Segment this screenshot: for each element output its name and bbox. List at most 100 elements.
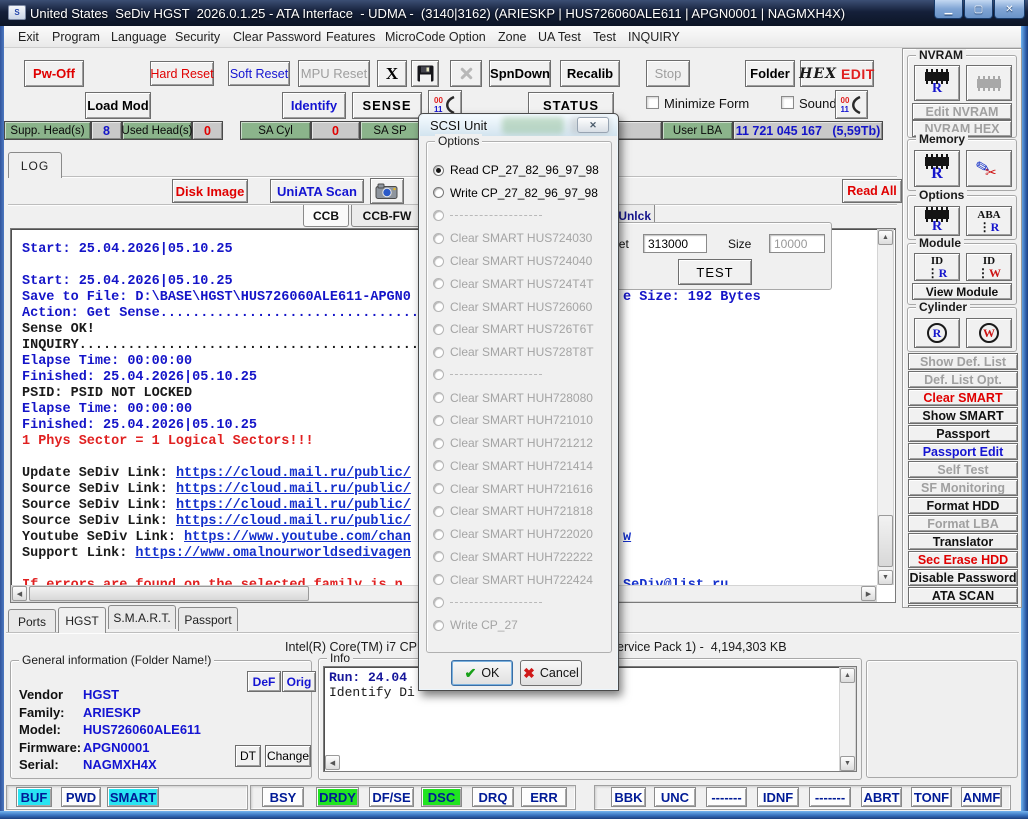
sidebar-button-show-def-list[interactable]: Show Def. List (908, 353, 1018, 370)
view-module-button[interactable]: View Module (912, 283, 1012, 300)
sidebar-button-passport-edit[interactable]: Passport Edit (908, 443, 1018, 460)
menu-item-features[interactable]: Features (326, 30, 375, 44)
options-aba-button[interactable]: ABA ⋮R (966, 206, 1012, 236)
log-vscrollbar[interactable]: ▲ ▼ (877, 229, 894, 585)
sidebar-button-def-list-opt-[interactable]: Def. List Opt. (908, 371, 1018, 388)
radio-icon (433, 528, 444, 540)
sidebar-button-ata-scan[interactable]: ATA SCAN (908, 587, 1018, 604)
minimize-button[interactable]: ▁ (934, 0, 963, 19)
sidebar-button-format-lba[interactable]: Format LBA (908, 515, 1018, 532)
status-flag-abrt: ABRT (861, 787, 902, 807)
phone-dial-icon-2[interactable]: 00 11 (835, 90, 868, 119)
tab-ports[interactable]: Ports (8, 609, 56, 633)
orig-button[interactable]: Orig (282, 671, 316, 692)
change-button[interactable]: Change (265, 745, 311, 767)
scroll-down-icon[interactable]: ▼ (840, 756, 855, 771)
folder-button[interactable]: Folder (745, 60, 795, 87)
menu-item-clear-password[interactable]: Clear Password (233, 30, 321, 44)
sidebar-button-passport[interactable]: Passport (908, 425, 1018, 442)
menu-item-security[interactable]: Security (175, 30, 220, 44)
tab-log[interactable]: LOG (8, 152, 62, 178)
dt-button[interactable]: DT (235, 745, 261, 767)
sidebar-button-sec-erase-hdd[interactable]: Sec Erase HDD (908, 551, 1018, 568)
tab-hgst[interactable]: HGST (58, 607, 106, 633)
sound-checkbox[interactable] (781, 96, 794, 109)
dialog-title-bar[interactable]: SCSI Unit ✕ (420, 115, 617, 136)
sense-button[interactable]: SENSE (352, 92, 422, 119)
menu-item-program[interactable]: Program (52, 30, 100, 44)
size-input[interactable]: 10000 (769, 234, 825, 253)
spndown-button[interactable]: SpnDown (489, 60, 551, 87)
hex-edit-button[interactable]: HEX EDIT (799, 60, 874, 87)
stop-button[interactable]: Stop (646, 60, 690, 87)
options-read-button[interactable]: R (914, 206, 960, 236)
recalib-button[interactable]: Recalib (560, 60, 620, 87)
sidebar-button-translator[interactable]: Translator (908, 533, 1018, 550)
close-x-icon[interactable]: X (377, 60, 407, 87)
menu-item-language[interactable]: Language (111, 30, 167, 44)
cylinder-write-button[interactable]: W (966, 318, 1012, 348)
sidebar-button-format-hdd[interactable]: Format HDD (908, 497, 1018, 514)
memory-read-button[interactable]: R (914, 150, 960, 187)
scroll-up-icon[interactable]: ▲ (878, 230, 893, 245)
edit-nvram-button[interactable]: Edit NVRAM (912, 103, 1012, 120)
menu-item-test[interactable]: Test (593, 30, 616, 44)
maximize-button[interactable]: ▢ (964, 0, 993, 19)
tab-smart[interactable]: S.M.A.R.T. (108, 605, 176, 629)
nvram-write-button[interactable] (966, 65, 1012, 101)
dialog-option-write-cp-27-82-96-97-98[interactable]: Write CP_27_82_96_97_98 (433, 186, 598, 200)
test-button[interactable]: TEST (678, 259, 752, 285)
menu-item-microcode-option[interactable]: MicroCode Option (385, 30, 486, 44)
nvram-read-button[interactable]: R (914, 65, 960, 101)
scroll-left-icon[interactable]: ◀ (12, 586, 27, 601)
menu-item-ua-test[interactable]: UA Test (538, 30, 581, 44)
sidebar-button-show-smart[interactable]: Show SMART (908, 407, 1018, 424)
cancel-button[interactable]: ✖ Cancel (520, 660, 582, 686)
identify-button[interactable]: Identify (282, 92, 346, 119)
sidebar-button-sf-monitoring[interactable]: SF Monitoring (908, 479, 1018, 496)
pw-off-button[interactable]: Pw-Off (24, 60, 84, 87)
log-hscroll-thumb[interactable] (29, 586, 309, 601)
ok-button[interactable]: ✔ OK (451, 660, 513, 686)
options-read-letter: R (931, 218, 943, 234)
def-button[interactable]: DeF (247, 671, 281, 692)
read-all-button[interactable]: Read All (842, 179, 902, 203)
dialog-option-read-cp-27-82-96-97-98[interactable]: Read CP_27_82_96_97_98 (433, 163, 599, 177)
disk-image-button[interactable]: Disk Image (172, 179, 248, 203)
sidebar-button-disable-password[interactable]: Disable Password (908, 569, 1018, 586)
sidebar-button-clear-smart[interactable]: Clear SMART (908, 389, 1018, 406)
radio-icon[interactable] (433, 187, 444, 199)
sidebar-button-clipped[interactable] (908, 605, 1018, 607)
minimize-form-checkbox[interactable] (646, 96, 659, 109)
sidebar-button-self-test[interactable]: Self Test (908, 461, 1018, 478)
tab-ccb[interactable]: CCB (303, 205, 349, 227)
tools-icon[interactable] (450, 60, 482, 87)
load-mod-button[interactable]: Load Mod (85, 92, 151, 119)
radio-icon[interactable] (433, 164, 444, 176)
memory-edit-button[interactable]: ✎ ✂ (966, 150, 1012, 187)
scroll-right-icon[interactable]: ▶ (861, 586, 876, 601)
scroll-left-icon[interactable]: ◀ (325, 755, 340, 770)
log-vscroll-thumb[interactable] (878, 515, 893, 567)
scroll-down-icon[interactable]: ▼ (878, 570, 893, 585)
offset-input[interactable]: 313000 (643, 234, 707, 253)
close-button[interactable]: ✕ (994, 0, 1025, 19)
dialog-close-icon[interactable]: ✕ (577, 117, 609, 133)
menu-item-exit[interactable]: Exit (18, 30, 39, 44)
tab-ccb-fw[interactable]: CCB-FW (351, 205, 423, 227)
camera-icon[interactable] (370, 178, 404, 204)
module-id-write-button[interactable]: ID ⋮W (966, 253, 1012, 281)
menu-item-zone[interactable]: Zone (498, 30, 527, 44)
info-vscrollbar[interactable]: ▲ ▼ (839, 667, 856, 771)
save-floppy-icon[interactable] (411, 60, 439, 87)
module-id-read-button[interactable]: ID ⋮R (914, 253, 960, 281)
cylinder-read-button[interactable]: R (914, 318, 960, 348)
radio-icon (433, 232, 444, 244)
scroll-up-icon[interactable]: ▲ (840, 668, 855, 683)
mpu-reset-button[interactable]: MPU Reset (298, 60, 370, 87)
uniata-scan-button[interactable]: UniATA Scan (270, 179, 364, 203)
soft-reset-button[interactable]: Soft Reset (228, 61, 290, 86)
tab-passport[interactable]: Passport (178, 607, 238, 631)
menu-item-inquiry[interactable]: INQUIRY (628, 30, 680, 44)
hard-reset-button[interactable]: Hard Reset (150, 61, 214, 86)
